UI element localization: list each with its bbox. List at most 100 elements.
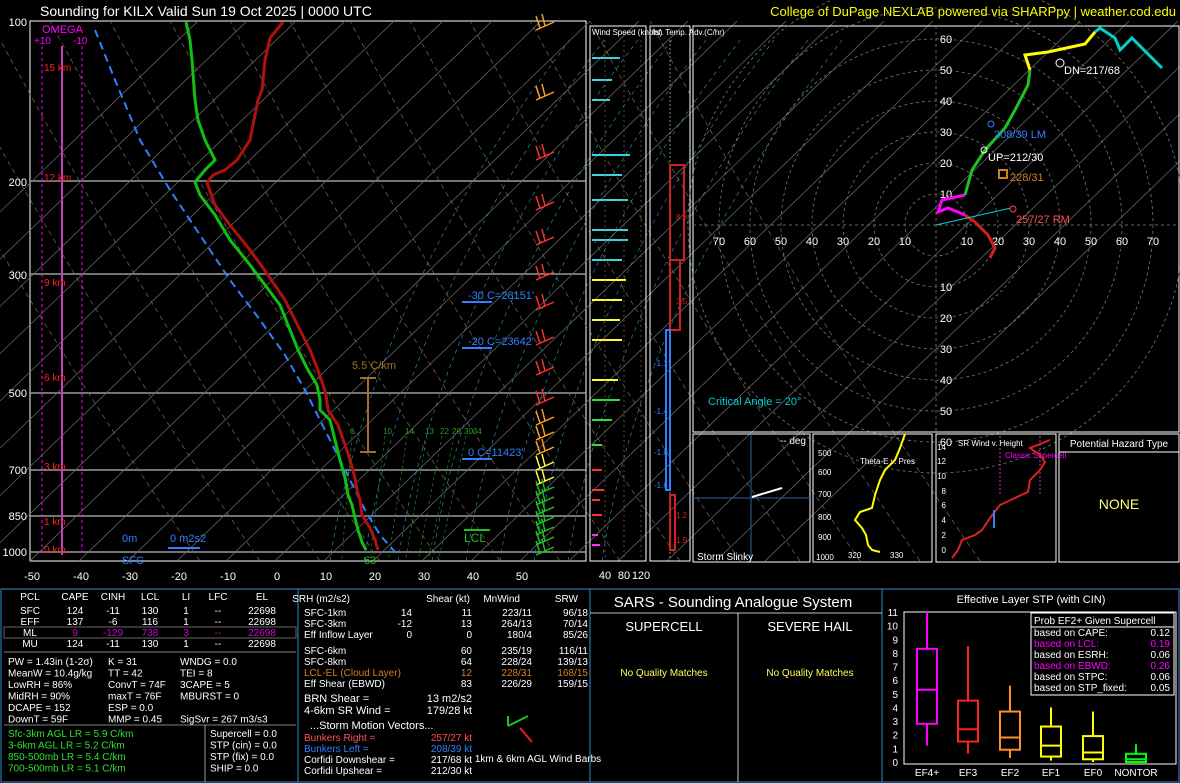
dry-adiabat xyxy=(109,20,441,562)
hazard-panel: Potential Hazard Type NONE xyxy=(1058,433,1180,563)
hodo-ring-label: 40 xyxy=(940,96,952,108)
sr-wind-panel: SR Wind v. Height Classic Supercell 14 1… xyxy=(935,433,1067,563)
sr-y-ticks: 14 12 10 8 6 4 2 0 xyxy=(937,443,946,555)
hodo-y-label: 50 xyxy=(940,406,952,418)
wetbulb-label: -20 C=23642' xyxy=(468,336,534,348)
wind-barb xyxy=(535,145,541,159)
temp-adv-value: -1.1 xyxy=(654,359,668,368)
mix-label: 14 xyxy=(405,427,414,436)
hodo-ring-label: 50 xyxy=(940,65,952,77)
thermo-cell: 22698 xyxy=(248,639,276,650)
isotherm xyxy=(764,160,1180,562)
storm-motion-value: 217/68 kt xyxy=(431,755,472,766)
sfc-dewpoint-label: 63 xyxy=(364,555,376,567)
bunkers-right-label: 257/27 RM xyxy=(1016,214,1070,226)
sr-y-tick: 10 xyxy=(937,472,946,481)
wind-barb xyxy=(541,293,546,307)
header-credit: College of DuPage NEXLAB powered via SHA… xyxy=(770,4,1176,19)
prob-value: 0.19 xyxy=(1151,639,1171,650)
lapse-rates: Sfc-3km AGL LR = 5.9 C/km3-6km AGL LR = … xyxy=(8,729,134,775)
stp-y-tick: 8 xyxy=(892,649,898,660)
barb-6km xyxy=(519,727,533,743)
kin-cell: -12 xyxy=(398,619,413,630)
sr46-value: 179/28 kt xyxy=(427,705,472,717)
thermo-index: TEI = 8 xyxy=(180,669,213,680)
thermo-cell: 130 xyxy=(142,606,159,617)
thermo-cell: -- xyxy=(215,617,222,628)
thermo-cell: 1 xyxy=(183,617,189,628)
storm-motion-rows: Bunkers Right = 257/27 kt Bunkers Left = 20… xyxy=(304,733,472,777)
mixing-ratio-line xyxy=(405,435,428,561)
hodo-x-label: 70 xyxy=(1147,236,1159,248)
prob-label: based on STPC: xyxy=(1034,672,1107,683)
kin-cell: 226/29 xyxy=(501,679,532,690)
corfidi-down-marker xyxy=(1055,58,1065,68)
stp-box xyxy=(999,710,1021,751)
barb-1km xyxy=(507,715,529,727)
kin-cell: 235/19 xyxy=(501,646,532,657)
mix-label: 3034 xyxy=(464,427,482,436)
zero-m2s2-label: 0 m2s2 xyxy=(170,533,206,545)
thermo-cell: 22698 xyxy=(248,617,276,628)
wetbulb-label: 0 C=11423' xyxy=(468,447,523,459)
t-tick: 30 xyxy=(418,571,430,583)
theta-y-tick: 1000 xyxy=(816,553,834,562)
temp-adv-title: Inf. Temp. Adv.(C/hr) xyxy=(652,28,725,37)
p-tick: 100 xyxy=(9,17,27,29)
storm-motion-label: Corfidi Downshear = xyxy=(304,755,395,766)
bunkers-left-marker xyxy=(987,120,995,128)
temp-adv-value: 3.5 xyxy=(676,297,688,306)
temp-adv-bar xyxy=(669,494,676,551)
thermo-cell: 137 xyxy=(67,617,84,628)
thermo-index: LowRH = 86% xyxy=(8,680,72,691)
thermo-cell: 124 xyxy=(67,639,84,650)
p-tick: 700 xyxy=(9,465,27,477)
storm-slinky-panel: -- deg Storm Slinky xyxy=(692,433,811,563)
stp-y-tick: 11 xyxy=(888,608,899,619)
stp-x-tick: EF4+ xyxy=(915,768,939,779)
thermo-index: MidRH = 90% xyxy=(8,692,70,703)
kin-header: SRH (m2/s2) Shear (kt) MnWind SRW xyxy=(292,594,578,605)
thermo-cell: 116 xyxy=(142,617,158,628)
kin-label: SFC-8km xyxy=(304,657,346,668)
storm-motion-label: Bunkers Right = xyxy=(304,733,376,744)
thermo-cell: 22698 xyxy=(248,628,276,639)
wind-barb xyxy=(535,85,541,99)
slinky-vector xyxy=(751,487,783,498)
kin-cell: 14 xyxy=(401,608,413,619)
theta-e-title: Theta-E v. Pres xyxy=(860,457,915,466)
thermo-header-cell: CINH xyxy=(101,592,125,603)
height-label: 9 km xyxy=(44,278,66,289)
wind-barb xyxy=(535,15,541,29)
stp-y-tick: 2 xyxy=(892,731,898,742)
hodo-x-label: 30 xyxy=(837,236,849,248)
kin-label: SFC-1km xyxy=(304,608,346,619)
kin-header-cell: SRW xyxy=(555,594,579,605)
kin-cell: 11 xyxy=(462,608,473,619)
height-label: 1 km xyxy=(44,517,66,528)
theta-x-tick: 330 xyxy=(890,551,904,560)
dry-adiabat xyxy=(49,20,381,562)
bunkers-left-label: 208/39 LM xyxy=(994,129,1046,141)
thermo-index: MMP = 0.45 xyxy=(108,715,162,726)
t-tick: -10 xyxy=(220,571,236,583)
omega-plus10: +10 xyxy=(34,36,51,47)
thermo-cell: 1 xyxy=(183,639,189,650)
hodo-x-label: 60 xyxy=(1116,236,1128,248)
theta-y-tick: 600 xyxy=(818,468,832,477)
temp-adv-value: 1.9 xyxy=(676,536,688,545)
thermo-table: PCL CAPE CINH LCL LI LFC EL SFC 124 -11 130 1 -- 226… xyxy=(3,592,297,782)
kin-cell: 228/24 xyxy=(501,657,532,668)
stp-y-tick: 6 xyxy=(892,676,898,687)
prob-value: 0.26 xyxy=(1151,661,1171,672)
temperature-trace xyxy=(205,21,380,551)
parcel-trace xyxy=(94,29,396,553)
kin-cell: 180/4 xyxy=(507,630,532,641)
prob-value: 0.06 xyxy=(1151,672,1171,683)
wind-barb xyxy=(535,455,541,469)
wind-barb xyxy=(535,195,541,209)
hodo-x-label: 10 xyxy=(899,236,911,248)
lapse-rate: Sfc-3km AGL LR = 5.9 C/km xyxy=(8,729,134,740)
thermo-index: DownT = 59F xyxy=(8,715,68,726)
kin-label: SFC-6km xyxy=(304,646,346,657)
